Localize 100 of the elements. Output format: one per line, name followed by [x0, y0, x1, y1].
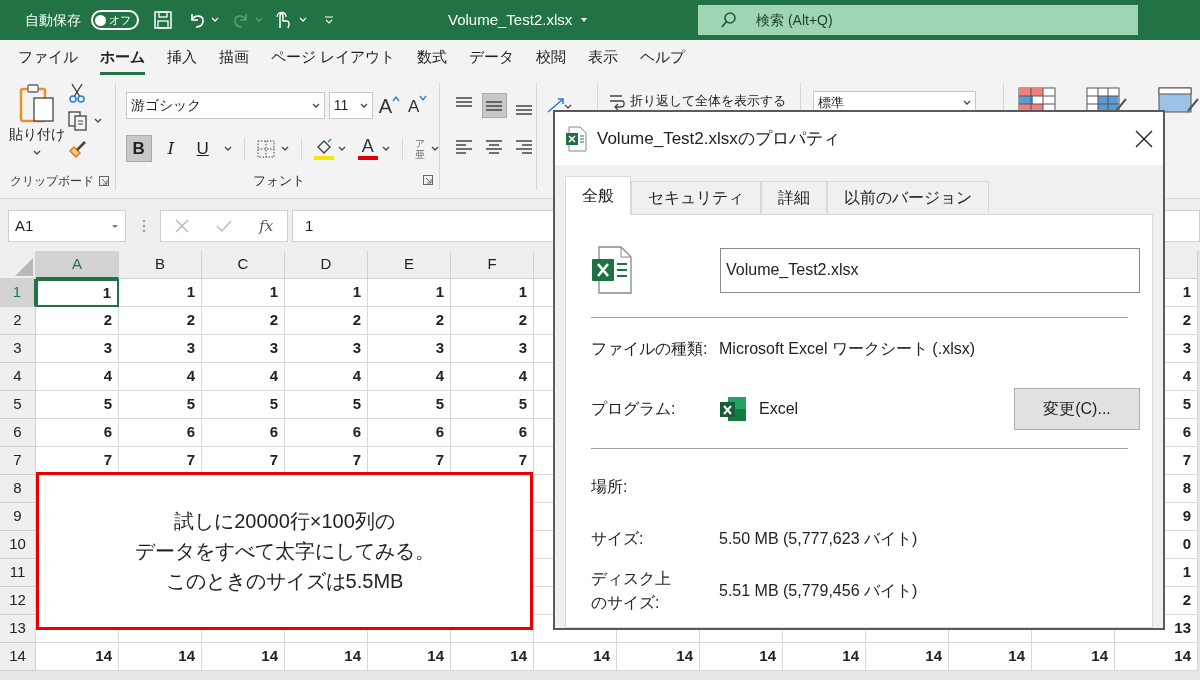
column-header[interactable]: A [36, 251, 119, 279]
table-cell: 1 [202, 279, 285, 307]
field-value: 5.51 MB (5,779,456 バイト) [719, 581, 918, 601]
table-cell: 14 [949, 643, 1032, 671]
center-align-icon [486, 139, 503, 154]
menu-tab[interactable]: ヘルプ [640, 40, 686, 75]
insert-function-button[interactable]: fx [259, 214, 274, 238]
menu-tab[interactable]: 数式 [417, 40, 448, 75]
wrap-text-button[interactable]: 折り返して全体を表示する [608, 91, 787, 111]
menu-tab[interactable]: 挿入 [167, 40, 197, 75]
check-icon[interactable] [216, 219, 232, 233]
field-label: サイズ: [591, 529, 645, 549]
caret-icon[interactable] [280, 144, 289, 153]
table-cell: 5 [119, 391, 202, 419]
row-header[interactable]: 6 [0, 419, 36, 447]
column-header[interactable]: D [285, 251, 368, 279]
customize-icon[interactable] [324, 15, 334, 25]
search-icon [720, 11, 738, 29]
menu-tab[interactable]: 校閲 [536, 40, 567, 75]
row-header[interactable]: 7 [0, 447, 36, 475]
middle-align-icon [486, 100, 503, 111]
table-cell: 14 [617, 643, 700, 671]
caret-icon [255, 16, 263, 24]
caret-icon[interactable] [381, 144, 390, 153]
table-cell: 5 [285, 391, 368, 419]
row-header[interactable]: 11 [0, 559, 36, 587]
field-value: Excel [759, 399, 799, 419]
column-header[interactable]: F [451, 251, 534, 279]
menu-tab[interactable]: 描画 [219, 40, 249, 75]
row-header[interactable]: 2 [0, 307, 36, 335]
dialog-tab[interactable]: 全般 [565, 176, 631, 215]
dialog-tab[interactable]: セキュリティ [631, 181, 761, 214]
search-field[interactable]: 検索 (Alt+Q) [698, 5, 1138, 35]
table-format-icon[interactable] [1086, 87, 1128, 113]
field-label: プログラム: [591, 399, 677, 419]
shrink-font-button[interactable]: A [408, 93, 428, 118]
caret-icon[interactable] [211, 16, 219, 24]
caret-icon[interactable] [223, 144, 232, 153]
column-header[interactable]: E [368, 251, 451, 279]
caret-icon [33, 149, 41, 157]
underline-button[interactable]: U [189, 135, 216, 163]
row-header[interactable]: 14 [0, 643, 36, 671]
caret-icon[interactable] [580, 16, 589, 24]
bold-button[interactable]: B [125, 135, 152, 163]
menu-tab[interactable]: 表示 [588, 40, 619, 75]
fill-color-icon[interactable] [313, 137, 334, 160]
caret-icon[interactable] [299, 16, 307, 24]
font-color-button[interactable]: A [357, 137, 378, 161]
touch-icon[interactable] [273, 10, 291, 30]
copy-icon[interactable] [68, 111, 88, 131]
autosave-toggle[interactable]: オフ [91, 10, 139, 30]
menu-tab[interactable]: ページ レイアウト [271, 40, 396, 75]
name-box[interactable]: A1 [8, 210, 126, 242]
align-center-button[interactable] [486, 139, 503, 154]
align-middle-button[interactable] [481, 93, 507, 118]
row-header[interactable]: 12 [0, 587, 36, 615]
column-header[interactable]: C [202, 251, 285, 279]
row-header[interactable]: 8 [0, 475, 36, 503]
menu-tab[interactable]: データ [469, 40, 515, 75]
table-cell: 14 [1115, 643, 1198, 671]
row-header[interactable]: 13 [0, 615, 36, 643]
align-left-button[interactable] [456, 139, 473, 154]
caret-icon[interactable] [94, 117, 102, 125]
change-button[interactable]: 変更(C)... [1014, 388, 1140, 430]
row-header[interactable]: 3 [0, 335, 36, 363]
close-icon[interactable] [1135, 129, 1153, 148]
dialog-launcher-icon[interactable] [422, 175, 433, 186]
caret-icon[interactable] [430, 144, 439, 153]
row-header[interactable]: 10 [0, 531, 36, 559]
font-size-dropdown[interactable]: 11 [328, 92, 373, 119]
table-cell: 14 [119, 643, 202, 671]
table-cell: 3 [202, 335, 285, 363]
phonetic-button[interactable]: ア亜 [414, 137, 425, 160]
table-cell: 6 [451, 419, 534, 447]
save-icon[interactable] [153, 10, 173, 30]
row-header[interactable]: 9 [0, 503, 36, 531]
align-bottom-button[interactable] [516, 104, 533, 115]
column-header[interactable]: B [119, 251, 202, 279]
table-cell: 5 [368, 391, 451, 419]
grow-font-button[interactable]: A [378, 94, 401, 117]
dialog-launcher-icon[interactable] [98, 176, 109, 186]
conditional-format-icon[interactable] [1018, 87, 1056, 113]
field-label: ディスク上のサイズ: [591, 569, 672, 613]
row-header[interactable]: 5 [0, 391, 36, 419]
format-painter-icon[interactable] [68, 139, 88, 159]
align-top-button[interactable] [456, 96, 473, 107]
paste-button[interactable]: 貼り付け [8, 83, 66, 159]
table-cell: 5 [36, 391, 119, 419]
row-header[interactable]: 4 [0, 363, 36, 391]
row-header[interactable]: 1 [0, 279, 36, 307]
scissors-icon[interactable] [68, 83, 86, 103]
font-name-dropdown[interactable]: 游ゴシック [125, 92, 325, 119]
file-name-field[interactable]: Volume_Test2.xlsx [720, 247, 1140, 293]
caret-icon[interactable] [337, 144, 346, 153]
dialog-tab[interactable]: 詳細 [761, 181, 827, 214]
align-right-button[interactable] [516, 139, 533, 154]
italic-button[interactable]: I [157, 135, 184, 163]
dialog-tab[interactable]: 以前のバージョン [827, 181, 989, 214]
menu-tab[interactable]: ファイル [18, 40, 78, 75]
cell-style-icon[interactable] [1158, 87, 1200, 113]
